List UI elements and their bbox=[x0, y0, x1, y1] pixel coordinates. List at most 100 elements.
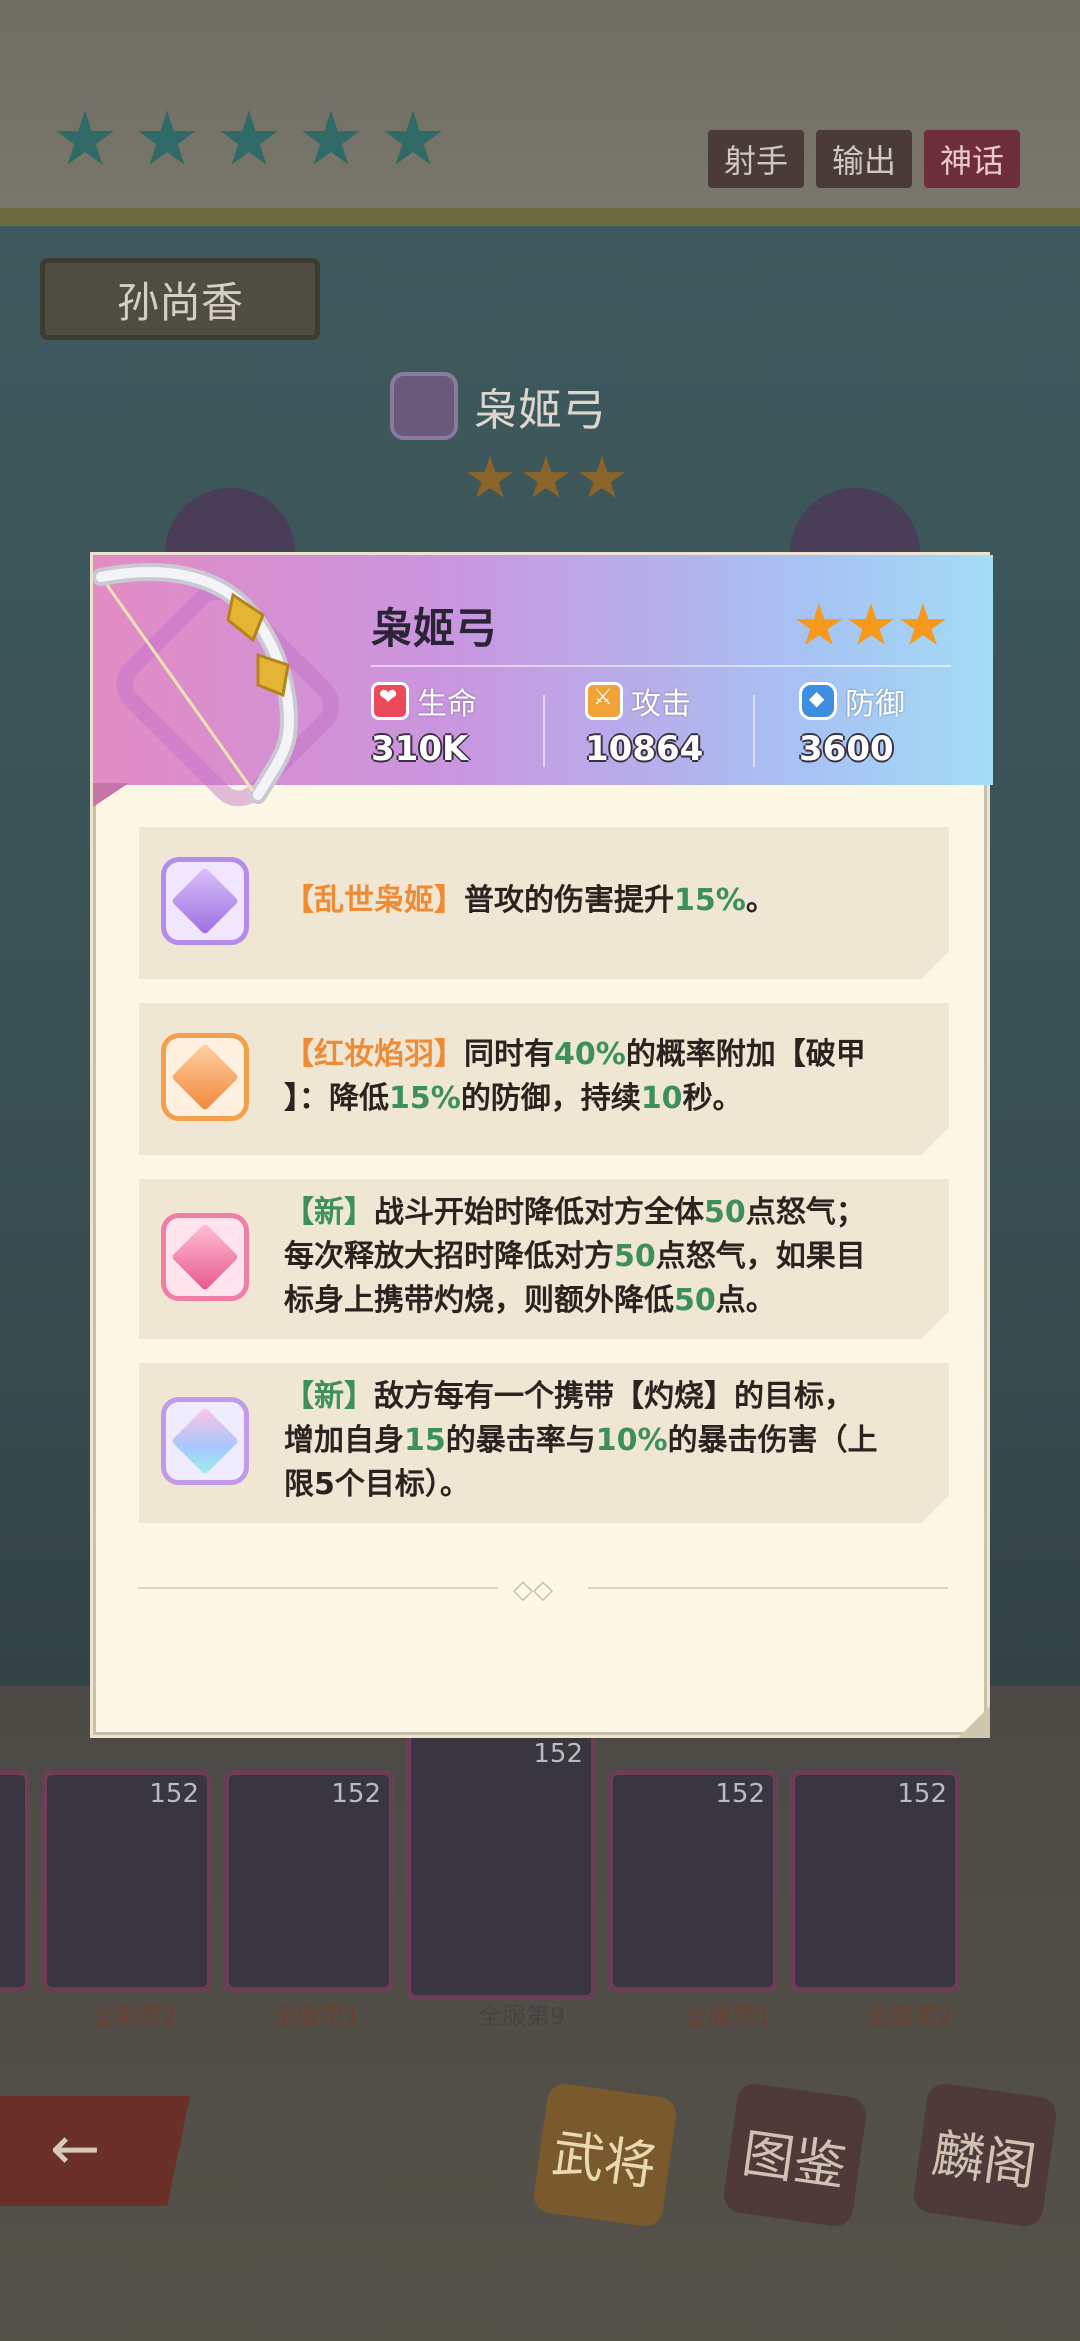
hero-card-partial[interactable] bbox=[0, 1770, 30, 1992]
star-icon bbox=[847, 603, 895, 645]
star-icon bbox=[302, 110, 360, 165]
skill-text: 秒。 bbox=[682, 1081, 743, 1116]
hero-card[interactable]: 152 bbox=[224, 1770, 394, 1992]
stat-hp: 生命 310K bbox=[371, 679, 477, 769]
heart-icon bbox=[371, 682, 409, 720]
divider bbox=[543, 695, 545, 767]
gem-icon bbox=[390, 372, 458, 440]
skill-text: 同时有 bbox=[464, 1037, 554, 1072]
skill-text: 的概率附加【破甲 bbox=[625, 1037, 866, 1072]
star-icon bbox=[522, 456, 570, 498]
nav-pavilion-button[interactable]: 麟阁 bbox=[911, 2081, 1059, 2229]
divider-line bbox=[138, 1587, 498, 1589]
hero-card-selected[interactable]: 152 bbox=[406, 1730, 596, 2000]
nav-atlas-button[interactable]: 图鉴 bbox=[721, 2081, 869, 2229]
skill-value: 50 bbox=[614, 1239, 656, 1274]
pink-gem-icon bbox=[161, 1213, 249, 1301]
stat-defense: 防御 3600 bbox=[799, 679, 905, 769]
skill-name: 【红妆焰羽】 bbox=[284, 1037, 464, 1072]
star-icon bbox=[384, 110, 442, 165]
skill-value: 50 bbox=[704, 1195, 746, 1230]
ornament-icon: ◇◇ bbox=[513, 1575, 553, 1605]
stat-attack-label: 攻击 bbox=[631, 687, 691, 722]
tag-damage: 输出 bbox=[815, 130, 912, 188]
back-button[interactable]: ← bbox=[0, 2096, 190, 2206]
section-divider: ◇◇ bbox=[138, 1573, 948, 1605]
star-icon bbox=[138, 110, 196, 165]
weapon-title[interactable]: 枭姬弓 bbox=[390, 372, 606, 440]
divider bbox=[371, 665, 951, 667]
skill-text: 点怒气，如果目 bbox=[655, 1239, 866, 1274]
divider-line bbox=[588, 1587, 948, 1589]
bow-icon bbox=[93, 563, 298, 804]
skill-value: 40% bbox=[554, 1037, 626, 1072]
skill-description: 【乱世枭姬】普攻的伤害提升15%。 bbox=[284, 879, 919, 923]
rainbow-gem-icon bbox=[161, 1397, 249, 1485]
hero-card-list: 152 152 152 152 152 bbox=[0, 1730, 960, 2000]
skill-text: 标身上携带灼烧，则额外降低 bbox=[284, 1283, 674, 1318]
star-icon bbox=[578, 456, 626, 498]
skill-value: 50 bbox=[674, 1283, 716, 1318]
skill-name: 【新】 bbox=[284, 1379, 374, 1414]
card-rank: 全服第1 bbox=[684, 2002, 772, 2030]
card-rank: 全服第9 bbox=[478, 2002, 566, 2030]
stat-attack: 攻击 10864 bbox=[585, 679, 703, 769]
skill-description: 【红妆焰羽】同时有40%的概率附加【破甲】：降低15%的防御，持续10秒。 bbox=[284, 1033, 919, 1121]
hero-name-plate: 孙尚香 bbox=[40, 258, 320, 340]
skill-text: 的防御，持续 bbox=[460, 1081, 641, 1116]
skill-text: 点。 bbox=[715, 1283, 776, 1318]
star-icon bbox=[899, 603, 947, 645]
skill-text: 每次释放大招时降低对方 bbox=[284, 1239, 614, 1274]
star-icon bbox=[56, 110, 114, 165]
skill-text: 限5个目标）。 bbox=[284, 1467, 470, 1502]
skill-row: 【新】敌方每有一个携带【灼烧】的目标， 增加自身15的暴击率与10%的暴击伤害（上… bbox=[139, 1363, 949, 1523]
weapon-detail-popup: 枭姬弓 生命 310K 攻击 10864 防御 3600 【乱世枭姬】普攻的伤害… bbox=[90, 552, 993, 1738]
purple-gem-icon bbox=[161, 857, 249, 945]
skill-name: 【新】 bbox=[284, 1195, 374, 1230]
stat-attack-value: 10864 bbox=[585, 729, 704, 769]
skill-value: 15% bbox=[674, 883, 746, 918]
skill-value: 10% bbox=[595, 1423, 668, 1458]
nav-generals-button[interactable]: 武将 bbox=[531, 2081, 679, 2229]
skill-text: 增加自身 bbox=[284, 1423, 404, 1458]
card-rank: 全服第2 bbox=[866, 2002, 954, 2030]
tag-myth: 神话 bbox=[923, 130, 1020, 188]
star-icon bbox=[220, 110, 278, 165]
skill-text: 点怒气； bbox=[745, 1195, 866, 1230]
skill-value: 10 bbox=[640, 1081, 683, 1116]
skill-row: 【乱世枭姬】普攻的伤害提升15%。 bbox=[139, 827, 949, 979]
tag-archer: 射手 bbox=[707, 130, 804, 188]
orange-gem-icon bbox=[161, 1033, 249, 1121]
skill-text: 的暴击率与 bbox=[445, 1423, 596, 1458]
hero-card[interactable]: 152 bbox=[42, 1770, 212, 1992]
hero-card[interactable]: 152 bbox=[790, 1770, 960, 1992]
weapon-title-label: 枭姬弓 bbox=[474, 385, 606, 436]
skill-text: 战斗开始时降低对方全体 bbox=[374, 1195, 704, 1230]
card-rank: 全服第2 bbox=[90, 2002, 178, 2030]
card-level: 152 bbox=[897, 1779, 947, 1809]
header-rail bbox=[0, 208, 1080, 226]
skill-row: 【新】战斗开始时降低对方全体50点怒气； 每次释放大招时降低对方50点怒气，如果目… bbox=[139, 1179, 949, 1339]
skill-description: 【新】战斗开始时降低对方全体50点怒气； 每次释放大招时降低对方50点怒气，如果目… bbox=[284, 1191, 919, 1323]
skill-text: 。 bbox=[745, 883, 776, 918]
hero-star-rating bbox=[55, 110, 443, 170]
role-tags: 射手 输出 神话 bbox=[707, 130, 1020, 188]
card-rank: 全服第1 bbox=[272, 2002, 360, 2030]
popup-weapon-name: 枭姬弓 bbox=[371, 604, 498, 653]
skill-value: 15% bbox=[389, 1081, 461, 1116]
stat-defense-label: 防御 bbox=[845, 687, 905, 722]
sword-icon bbox=[585, 682, 623, 720]
skill-description: 【新】敌方每有一个携带【灼烧】的目标， 增加自身15的暴击率与10%的暴击伤害（上… bbox=[284, 1375, 919, 1507]
skill-text: 】：降低 bbox=[284, 1081, 389, 1116]
corner-decoration bbox=[958, 1706, 990, 1738]
skill-row: 【红妆焰羽】同时有40%的概率附加【破甲】：降低15%的防御，持续10秒。 bbox=[139, 1003, 949, 1155]
hero-card[interactable]: 152 bbox=[608, 1770, 778, 1992]
stat-defense-value: 3600 bbox=[799, 729, 894, 769]
divider bbox=[753, 695, 755, 767]
star-icon bbox=[795, 603, 843, 645]
stat-hp-label: 生命 bbox=[417, 687, 477, 722]
weapon-stars bbox=[466, 456, 626, 502]
skill-text: 敌方每有一个携带【灼烧】的目标， bbox=[374, 1379, 854, 1414]
card-level: 152 bbox=[533, 1739, 583, 1769]
star-icon bbox=[466, 456, 514, 498]
